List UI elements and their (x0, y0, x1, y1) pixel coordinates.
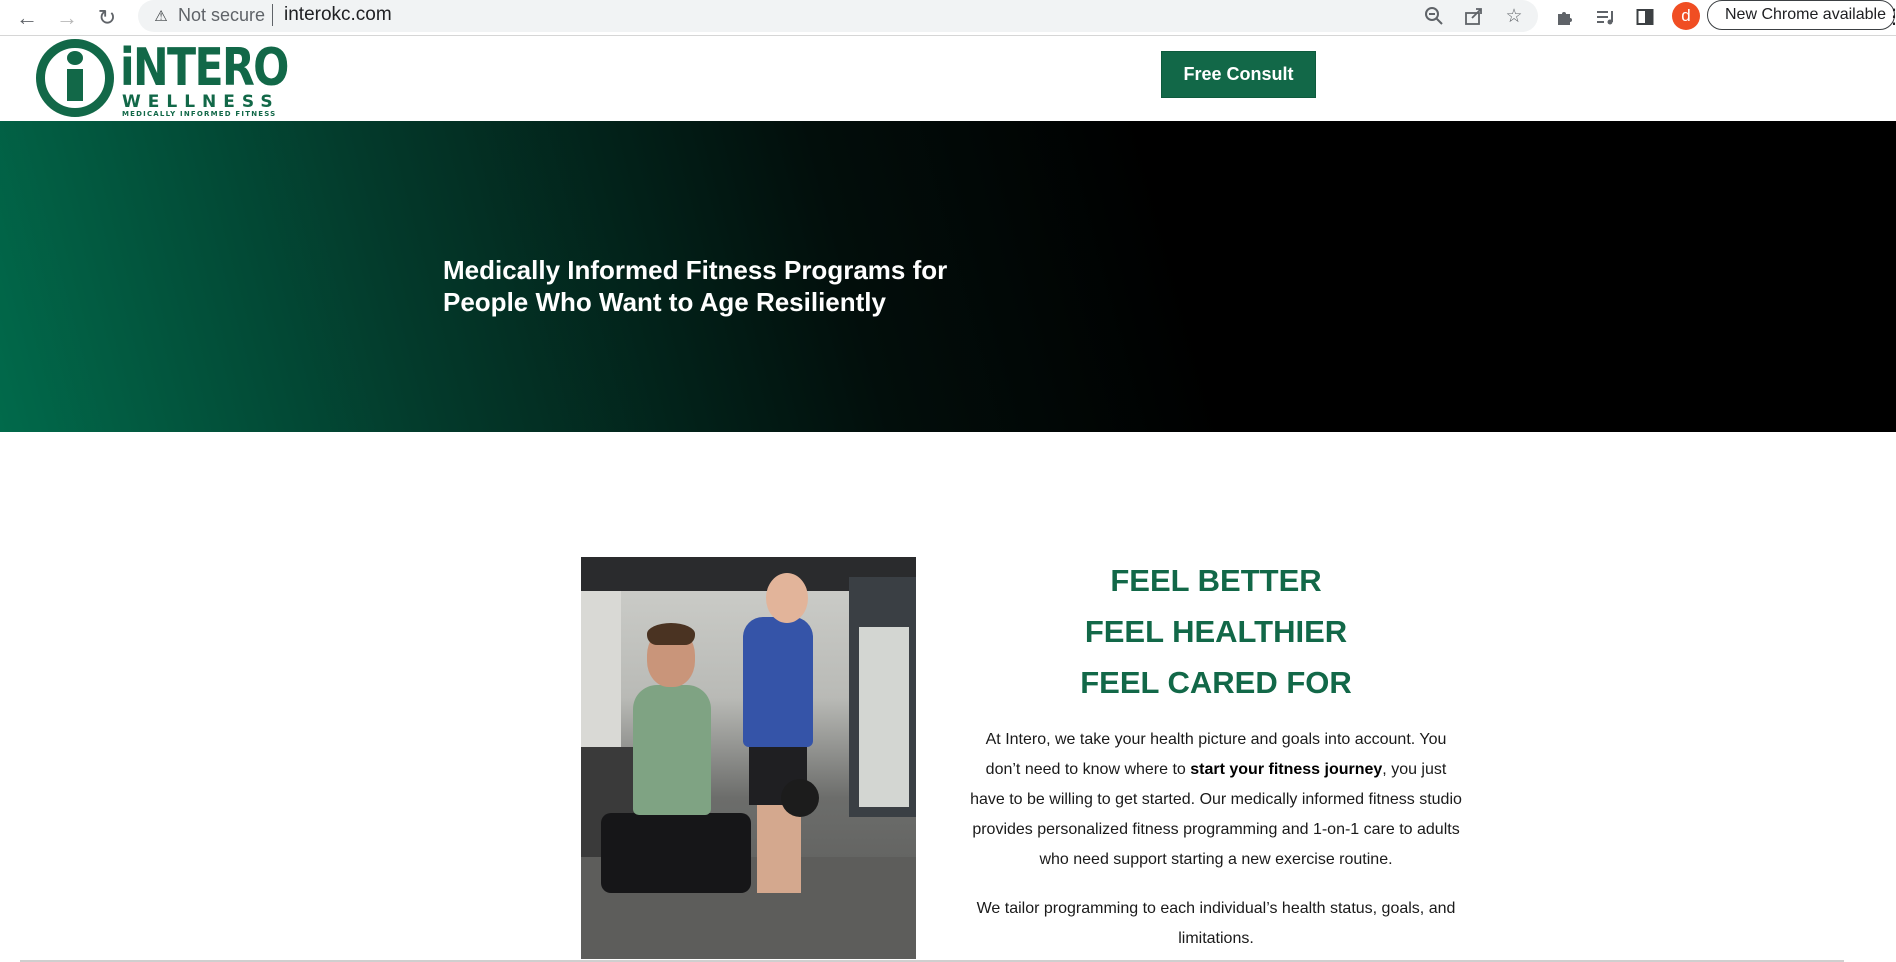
photo-door-glass (859, 627, 909, 807)
url-text[interactable]: interokc.com (284, 4, 392, 26)
feel-cared-for-heading: FEEL CARED FOR (1080, 665, 1352, 700)
intro-text-bold: start your fitness journey (1190, 761, 1383, 778)
zoom-icon[interactable] (1421, 3, 1447, 29)
bookmark-star-icon[interactable]: ☆ (1501, 3, 1527, 29)
intero-logo[interactable]: iNTERO WELLNESS MEDICALLY INFORMED FITNE… (36, 39, 289, 121)
update-chrome-button[interactable]: New Chrome available (1707, 0, 1895, 30)
free-consult-button[interactable]: Free Consult (1161, 51, 1316, 98)
share-icon[interactable] (1461, 3, 1487, 29)
hero-banner: Medically Informed Fitness Programs for … (0, 121, 1896, 432)
site-header: iNTERO WELLNESS MEDICALLY INFORMED FITNE… (0, 37, 1896, 121)
logo-i-stem (67, 69, 83, 101)
photo-trainer-legs (601, 813, 751, 893)
photo-client-shirt (743, 617, 813, 747)
feel-better-heading: FEEL BETTER (1110, 563, 1322, 598)
reading-list-icon[interactable] (1590, 2, 1620, 32)
side-panel-icon[interactable] (1630, 2, 1660, 32)
address-bar[interactable]: ⚠ Not secure interokc.com ☆ (138, 0, 1538, 32)
photo-trainer-hair (647, 623, 695, 645)
warning-icon[interactable]: ⚠ (152, 7, 170, 25)
logo-tagline: MEDICALLY INFORMED FITNESS (122, 110, 277, 118)
menu-kebab-icon[interactable]: ⋮ (1884, 4, 1896, 29)
tailor-paragraph: We tailor programming to each individual… (976, 900, 1456, 947)
logo-i-dot (67, 51, 83, 65)
profile-avatar[interactable]: d (1672, 2, 1700, 30)
intro-section: FEEL BETTER FEEL HEALTHIER FEEL CARED FO… (970, 555, 1462, 947)
logo-wordmark: iNTERO (120, 38, 289, 98)
trainer-client-photo (581, 557, 916, 959)
photo-trainer-shirt (633, 685, 711, 815)
feel-healthier-heading: FEEL HEALTHIER (1084, 614, 1348, 649)
hero-title: Medically Informed Fitness Programs for … (443, 255, 948, 317)
photo-client-legs (757, 803, 801, 893)
back-icon[interactable]: ← (11, 2, 43, 34)
photo-client-head (766, 573, 808, 623)
url-divider (272, 4, 273, 26)
browser-toolbar: ← → ↻ ⚠ Not secure interokc.com ☆ d New … (0, 0, 1896, 36)
forward-icon[interactable]: → (51, 2, 83, 34)
security-label[interactable]: Not secure (178, 5, 265, 26)
intro-paragraph: At Intero, we take your health picture a… (970, 725, 1462, 875)
photo-wall (581, 591, 621, 771)
photo-kettlebell (781, 779, 819, 817)
reload-icon[interactable]: ↻ (91, 2, 123, 34)
extensions-icon[interactable] (1550, 2, 1580, 32)
logo-subtitle: WELLNESS (122, 92, 280, 112)
